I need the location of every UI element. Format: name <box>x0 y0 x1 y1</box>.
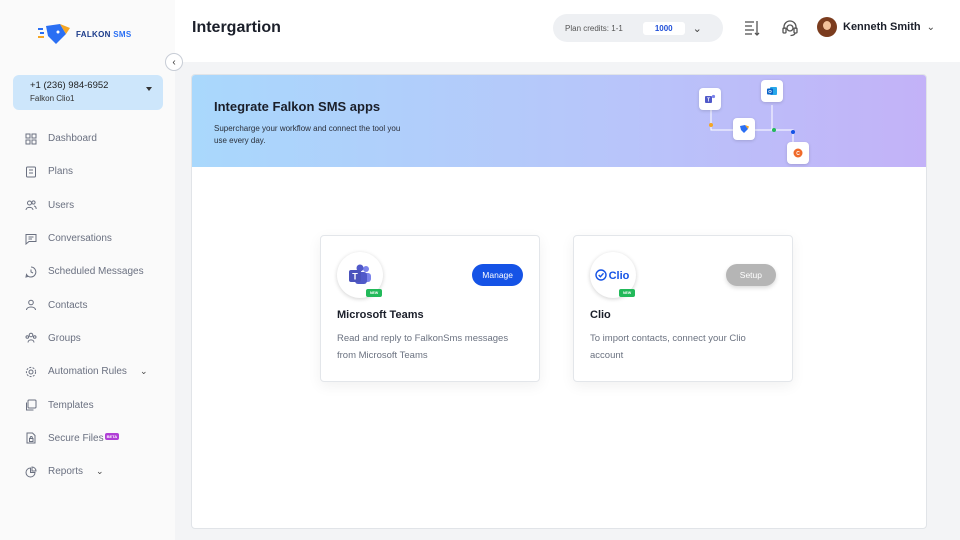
sidebar-item-label: Automation Rules <box>48 366 127 378</box>
plan-credits-label: Plan credits: 1-1 <box>565 23 623 33</box>
sidebar-item-label: Plans <box>48 166 74 178</box>
phone-number-selector[interactable]: +1 (236) 984-6952 Falkon Clio1 <box>13 75 163 110</box>
sidebar-item-contacts[interactable]: Contacts <box>24 288 147 321</box>
banner-title: Integrate Falkon SMS apps <box>214 99 381 114</box>
sidebar-nav: Dashboard Plans Users Conversations Sche… <box>24 122 147 488</box>
chevron-down-icon: ⌄ <box>926 21 936 33</box>
user-name: Kenneth Smith <box>843 21 921 33</box>
integration-card-microsoft-teams: T NEW Manage Microsoft Teams Read and re… <box>320 235 540 382</box>
integration-name: Clio <box>590 309 611 321</box>
falkon-logo-icon <box>38 24 70 44</box>
phone-number: +1 (236) 984-6952 <box>30 80 109 91</box>
templates-icon <box>24 399 37 412</box>
plan-credits-value: 1000 <box>642 21 685 35</box>
support-agent-icon[interactable] <box>780 18 800 38</box>
integration-description: Read and reply to FalkonSms messages fro… <box>337 333 509 361</box>
contact-icon <box>24 299 37 312</box>
page-title: Intergartion <box>192 19 281 36</box>
banner-subtitle: Supercharge your workflow and connect th… <box>214 124 401 145</box>
top-bar: Intergartion Plan credits: 1-1 1000 ⌄ Ke… <box>175 0 960 62</box>
clio-logo-text: Clio <box>609 270 630 282</box>
phone-number-label: Falkon Clio1 <box>30 94 75 103</box>
svg-text:O: O <box>768 89 772 94</box>
user-menu[interactable]: Kenneth Smith ⌄ <box>817 17 935 37</box>
new-badge: NEW <box>619 289 636 297</box>
groups-icon <box>24 332 37 345</box>
brand-name: FALKON SMS <box>76 29 132 39</box>
sidebar-item-reports[interactable]: Reports ⌄ <box>24 455 147 488</box>
avatar <box>817 17 837 37</box>
sidebar-item-label: Users <box>48 199 75 211</box>
integration-description: To import contacts, connect your Clio ac… <box>590 333 746 361</box>
sidebar-item-label: Reports <box>48 466 84 478</box>
sidebar-item-users[interactable]: Users <box>24 189 147 222</box>
svg-text:T: T <box>707 98 710 104</box>
chevron-down-icon: ⌄ <box>96 466 104 477</box>
chevron-left-icon: ‹ <box>172 56 176 68</box>
reports-icon <box>24 465 37 478</box>
sidebar-item-label: Scheduled Messages <box>48 266 144 278</box>
setup-button[interactable]: Setup <box>725 264 776 286</box>
sidebar-item-plans[interactable]: Plans <box>24 155 147 188</box>
new-badge: NEW <box>366 289 383 297</box>
manage-button[interactable]: Manage <box>472 264 523 286</box>
plans-icon <box>24 165 37 178</box>
svg-text:T: T <box>352 272 358 282</box>
secure-files-icon <box>24 432 37 445</box>
outlook-app-tile-icon: O <box>761 80 783 102</box>
beta-badge: BETA <box>104 432 120 440</box>
sidebar-item-label: Conversations <box>48 233 112 245</box>
integration-banner: Integrate Falkon SMS apps Supercharge yo… <box>192 75 926 167</box>
sidebar-item-label: Secure Files BETA <box>48 432 120 444</box>
sidebar-item-conversations[interactable]: Conversations <box>24 222 147 255</box>
sidebar: FALKON SMS +1 (236) 984-6952 Falkon Clio… <box>0 0 175 540</box>
sidebar-item-label: Dashboard <box>48 133 97 145</box>
sidebar-item-secure-files[interactable]: Secure Files BETA <box>24 422 147 455</box>
integrations-panel: Integrate Falkon SMS apps Supercharge yo… <box>191 74 927 529</box>
users-icon <box>24 199 37 212</box>
sidebar-collapse-button[interactable]: ‹ <box>165 53 183 71</box>
filter-list-icon[interactable] <box>742 18 762 38</box>
sidebar-item-groups[interactable]: Groups <box>24 322 147 355</box>
brand-logo[interactable]: FALKON SMS <box>38 22 131 46</box>
automation-icon <box>24 365 37 378</box>
sidebar-item-dashboard[interactable]: Dashboard <box>24 122 147 155</box>
dashboard-icon <box>24 132 37 145</box>
falkon-app-tile-icon <box>733 118 755 140</box>
teams-app-tile-icon: T <box>699 88 721 110</box>
sidebar-item-templates[interactable]: Templates <box>24 388 147 421</box>
plan-credits-dropdown[interactable]: Plan credits: 1-1 1000 ⌄ <box>553 14 723 42</box>
integration-flow-illustration: T O C <box>692 75 822 167</box>
chat-icon <box>24 232 37 245</box>
sidebar-item-scheduled-messages[interactable]: Scheduled Messages <box>24 255 147 288</box>
svg-text:C: C <box>796 151 800 157</box>
sidebar-item-automation-rules[interactable]: Automation Rules ⌄ <box>24 355 147 388</box>
caret-down-icon <box>146 87 152 91</box>
integration-card-clio: Clio NEW Setup Clio To import contacts, … <box>573 235 793 382</box>
chevron-down-icon: ⌄ <box>692 22 702 35</box>
integration-name: Microsoft Teams <box>337 309 424 321</box>
crm-app-tile-icon: C <box>787 142 809 164</box>
chevron-down-icon: ⌄ <box>139 366 148 377</box>
sidebar-item-label: Templates <box>48 399 94 411</box>
sidebar-item-label: Groups <box>48 332 81 344</box>
schedule-icon <box>24 265 37 278</box>
sidebar-item-label: Contacts <box>48 299 88 311</box>
